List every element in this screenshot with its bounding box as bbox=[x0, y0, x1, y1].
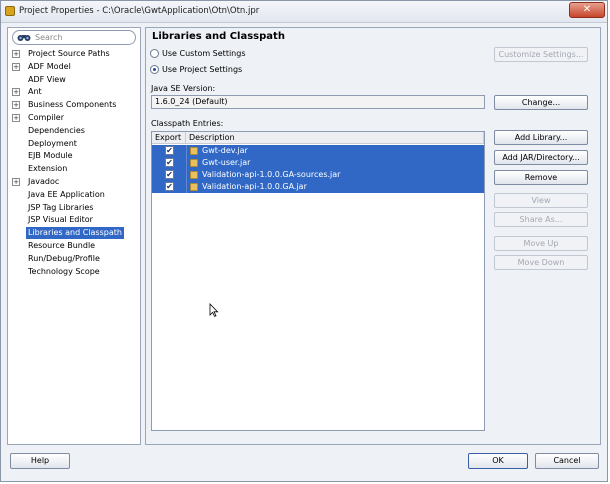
expand-icon[interactable]: + bbox=[12, 178, 20, 186]
share-as-button[interactable]: Share As... bbox=[494, 212, 588, 227]
libraries-classpath-panel: Libraries and Classpath Use Custom Setti… bbox=[145, 27, 601, 445]
customize-settings-button[interactable]: Customize Settings... bbox=[494, 47, 588, 62]
tree-item-label: Compiler bbox=[28, 113, 65, 122]
tree-item-label: Technology Scope bbox=[28, 266, 100, 276]
entry-name: Validation-api-1.0.0.GA.jar bbox=[202, 182, 307, 191]
use-custom-settings-radio[interactable] bbox=[150, 49, 159, 58]
tree-item[interactable]: + Project Source Paths bbox=[8, 48, 140, 60]
classpath-table: Export Description ✔ Gwt-dev.jar ✔ Gwt-user… bbox=[151, 131, 485, 431]
tree-item[interactable]: + Ant bbox=[8, 86, 140, 98]
export-checkbox[interactable]: ✔ bbox=[165, 146, 174, 155]
tree-item-label: Java EE Application bbox=[28, 189, 105, 199]
export-checkbox[interactable]: ✔ bbox=[165, 170, 174, 179]
tree-item[interactable]: Libraries and Classpath bbox=[8, 227, 140, 240]
tree-item-label: Javadoc bbox=[28, 177, 60, 186]
java-se-version-field[interactable]: 1.6.0_24 (Default) bbox=[151, 95, 485, 109]
tree-item[interactable]: + ADF Model bbox=[8, 61, 140, 73]
expand-icon[interactable]: + bbox=[12, 62, 20, 71]
tree-item[interactable]: JSP Visual Editor bbox=[8, 214, 140, 226]
tree-item[interactable]: Resource Bundle bbox=[8, 240, 140, 252]
table-row[interactable]: ✔ Gwt-dev.jar bbox=[152, 145, 484, 157]
tree-item[interactable]: ADF View bbox=[8, 74, 140, 86]
description-column-header[interactable]: Description bbox=[186, 132, 484, 144]
window-title: Project Properties - C:\Oracle\GwtApplic… bbox=[19, 6, 260, 16]
use-project-settings-label: Use Project Settings bbox=[162, 65, 243, 74]
table-row[interactable]: ✔ Gwt-user.jar bbox=[152, 157, 484, 169]
entry-name: Validation-api-1.0.0.GA-sources.jar bbox=[202, 170, 341, 179]
tree-item[interactable]: Deployment bbox=[8, 138, 140, 150]
java-se-version-label: Java SE Version: bbox=[151, 84, 216, 93]
change-button[interactable]: Change... bbox=[494, 95, 588, 110]
tree-item-label: Deployment bbox=[28, 138, 77, 148]
export-column-header[interactable]: Export bbox=[152, 132, 186, 144]
app-icon bbox=[5, 6, 15, 16]
jar-file-icon bbox=[190, 183, 198, 191]
tree-item-label: ADF Model bbox=[28, 61, 71, 71]
tree-item-label: Run/Debug/Profile bbox=[28, 253, 100, 263]
expand-icon[interactable]: + bbox=[12, 88, 20, 97]
move-down-button[interactable]: Move Down bbox=[494, 255, 588, 270]
export-checkbox[interactable]: ✔ bbox=[165, 158, 174, 167]
mouse-cursor-icon bbox=[209, 303, 219, 317]
table-row[interactable]: ✔ Validation-api-1.0.0.GA.jar bbox=[152, 181, 484, 193]
add-library-button[interactable]: Add Library... bbox=[494, 130, 588, 145]
tree-item-label: JSP Visual Editor bbox=[28, 215, 93, 225]
tree-item[interactable]: Dependencies bbox=[8, 125, 140, 137]
column-separator bbox=[186, 145, 187, 157]
entry-name: Gwt-dev.jar bbox=[202, 146, 248, 155]
expand-icon[interactable]: + bbox=[12, 114, 20, 122]
tree-item-label: Business Components bbox=[28, 100, 117, 110]
category-tree-pane: Search + Project Source Paths + ADF Model AD… bbox=[7, 27, 141, 445]
tree-item[interactable]: + Javadoc bbox=[8, 176, 140, 188]
move-up-button[interactable]: Move Up bbox=[494, 236, 588, 251]
panel-title: Libraries and Classpath bbox=[152, 31, 285, 42]
title-bar: Project Properties - C:\Oracle\GwtApplic… bbox=[1, 1, 607, 23]
expand-icon[interactable]: + bbox=[12, 101, 20, 110]
close-button[interactable]: ✕ bbox=[569, 2, 605, 18]
tree-item-label: Libraries and Classpath bbox=[26, 227, 124, 240]
use-custom-settings-label: Use Custom Settings bbox=[162, 49, 246, 58]
cancel-button[interactable]: Cancel bbox=[535, 453, 599, 469]
column-separator bbox=[186, 157, 187, 169]
expand-icon[interactable]: + bbox=[12, 50, 20, 58]
jar-file-icon bbox=[190, 171, 198, 179]
jar-file-icon bbox=[190, 147, 198, 155]
use-project-settings-radio[interactable] bbox=[150, 65, 159, 74]
tree-item-label: Project Source Paths bbox=[28, 49, 110, 58]
tree-item-label: EJB Module bbox=[28, 151, 73, 161]
classpath-entries-label: Classpath Entries: bbox=[151, 119, 224, 128]
tree-item[interactable]: + Compiler bbox=[8, 112, 140, 124]
ok-button[interactable]: OK bbox=[468, 453, 528, 469]
add-jar-directory-button[interactable]: Add JAR/Directory... bbox=[494, 150, 588, 165]
tree-item[interactable]: Run/Debug/Profile bbox=[8, 253, 140, 265]
tree-item-label: ADF View bbox=[28, 74, 66, 84]
search-placeholder: Search bbox=[35, 33, 63, 42]
remove-button[interactable]: Remove bbox=[494, 170, 588, 185]
tree-item[interactable]: JSP Tag Libraries bbox=[8, 202, 140, 214]
view-button[interactable]: View bbox=[494, 193, 588, 208]
tree-item[interactable]: Java EE Application bbox=[8, 189, 140, 201]
binoculars-icon bbox=[17, 35, 31, 41]
tree-item[interactable]: Extension bbox=[8, 163, 140, 175]
tree-item-label: Resource Bundle bbox=[28, 241, 96, 250]
column-separator bbox=[186, 169, 187, 181]
search-input[interactable]: Search bbox=[12, 30, 136, 45]
tree-item-label: Ant bbox=[28, 87, 42, 97]
tree-item-label: Dependencies bbox=[28, 125, 85, 135]
tree-item-label: Extension bbox=[28, 164, 68, 174]
help-button[interactable]: Help bbox=[10, 453, 70, 469]
export-checkbox[interactable]: ✔ bbox=[165, 182, 174, 191]
tree-item[interactable]: EJB Module bbox=[8, 150, 140, 162]
entry-name: Gwt-user.jar bbox=[202, 158, 251, 167]
project-properties-window: Project Properties - C:\Oracle\GwtApplic… bbox=[0, 0, 608, 482]
tree-item[interactable]: Technology Scope bbox=[8, 266, 140, 278]
tree-item[interactable]: + Business Components bbox=[8, 99, 140, 111]
table-row[interactable]: ✔ Validation-api-1.0.0.GA-sources.jar bbox=[152, 169, 484, 181]
column-separator bbox=[186, 181, 187, 193]
jar-file-icon bbox=[190, 159, 198, 167]
tree-item-label: JSP Tag Libraries bbox=[28, 202, 94, 212]
